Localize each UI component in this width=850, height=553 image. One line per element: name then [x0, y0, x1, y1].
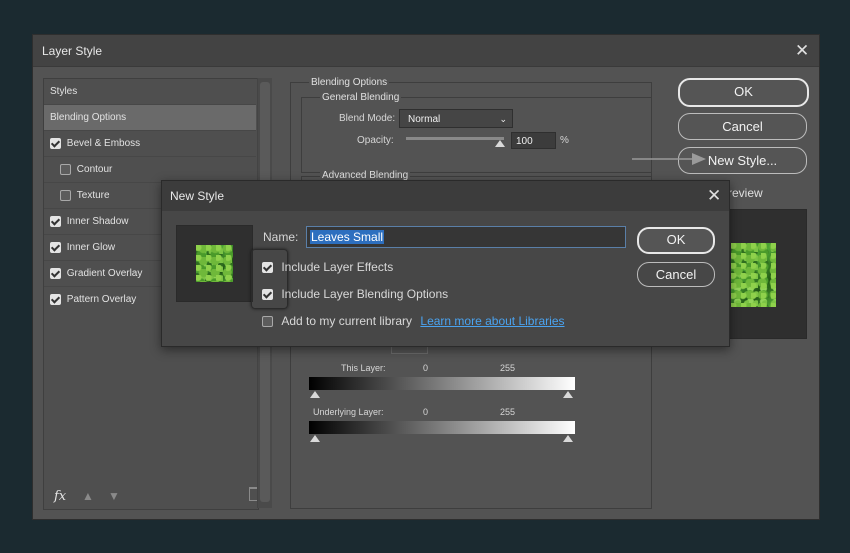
checkbox[interactable]	[50, 293, 61, 305]
opacity-value: 100	[516, 136, 533, 147]
sidebar-item-label: Bevel & Emboss	[66, 138, 141, 149]
this-layer-min: 0	[423, 363, 429, 373]
opacity-slider[interactable]	[406, 137, 504, 140]
general-blending-title: General Blending	[320, 92, 402, 103]
checkbox[interactable]	[262, 316, 273, 328]
new-style-ok-button[interactable]: OK	[637, 227, 715, 254]
underlying-max: 255	[500, 407, 516, 417]
checkbox[interactable]	[60, 163, 71, 175]
move-up-icon[interactable]: ▲	[82, 489, 94, 503]
this-layer-label: This Layer:	[341, 363, 386, 373]
sidebar-item-label: Inner Glow	[66, 242, 116, 253]
blend-mode-value: Normal	[408, 114, 441, 125]
underlying-white-handle[interactable]	[563, 435, 573, 442]
underlying-layer-gradient[interactable]	[309, 421, 575, 434]
checkbox[interactable]	[60, 189, 71, 201]
styles-header-label: Styles	[50, 86, 78, 97]
this-layer-white-handle[interactable]	[563, 391, 573, 398]
underlying-layer-label: Underlying Layer:	[313, 407, 384, 417]
cancel-button[interactable]: Cancel	[678, 113, 807, 140]
checkbox[interactable]	[50, 215, 61, 227]
new-style-title-bar: New Style ✕	[162, 181, 729, 211]
new-style-cancel-button[interactable]: Cancel	[637, 262, 715, 287]
style-thumbnail	[176, 225, 253, 302]
sidebar-item-bevel-emboss[interactable]: Bevel & Emboss	[44, 131, 256, 157]
checkbox[interactable]	[262, 262, 273, 274]
opacity-label: Opacity:	[357, 135, 394, 146]
dialog-title: Layer Style	[42, 44, 103, 58]
underlying-min: 0	[423, 407, 429, 417]
chevron-down-icon: ⌄	[499, 114, 507, 124]
move-down-icon[interactable]: ▼	[108, 489, 120, 503]
sidebar-item-label: Inner Shadow	[66, 216, 129, 227]
checkbox[interactable]	[50, 137, 61, 149]
blend-mode-label: Blend Mode:	[339, 113, 396, 124]
new-style-dialog: New Style ✕ Name: Leaves Small Include L…	[161, 180, 730, 347]
underlying-black-handle[interactable]	[310, 435, 320, 442]
name-input[interactable]: Leaves Small	[306, 226, 626, 248]
sidebar-item-blending-options[interactable]: Blending Options	[44, 105, 256, 131]
this-layer-max: 255	[500, 363, 516, 373]
styles-header[interactable]: Styles	[44, 79, 256, 105]
add-to-library-option[interactable]: Add to my current library Learn more abo…	[262, 314, 565, 328]
sidebar-item-label: Contour	[76, 164, 113, 175]
close-icon[interactable]: ✕	[795, 42, 809, 59]
this-layer-black-handle[interactable]	[310, 391, 320, 398]
opacity-unit: %	[560, 135, 569, 146]
sidebar-item-label: Blending Options	[50, 112, 127, 123]
sidebar-item-label: Pattern Overlay	[66, 294, 137, 305]
learn-more-link[interactable]: Learn more about Libraries	[420, 314, 564, 328]
option-label: Add to my current library	[281, 314, 413, 328]
close-icon[interactable]: ✕	[707, 187, 721, 204]
blend-mode-select[interactable]: Normal ⌄	[399, 109, 513, 128]
option-label: Include Layer Blending Options	[281, 287, 449, 301]
name-label: Name:	[263, 230, 299, 244]
sidebar-item-label: Texture	[76, 190, 110, 201]
new-style-title: New Style	[170, 189, 225, 203]
preview-swatch	[731, 243, 776, 307]
ok-button[interactable]: OK	[678, 78, 809, 107]
checkbox[interactable]	[50, 267, 61, 279]
style-swatch	[196, 245, 233, 282]
opacity-input[interactable]: 100	[511, 132, 556, 149]
annotation-arrow-icon	[632, 153, 706, 165]
general-blending-group: General Blending Blend Mode: Normal ⌄ Op…	[301, 92, 652, 173]
option-label: Include Layer Effects	[281, 260, 394, 274]
preview-box	[727, 209, 807, 339]
checkbox[interactable]	[262, 289, 273, 301]
preview-label: review	[728, 186, 763, 200]
name-value: Leaves Small	[310, 230, 385, 244]
this-layer-gradient[interactable]	[309, 377, 575, 390]
checkbox[interactable]	[50, 241, 61, 253]
section-title: Blending Options	[309, 77, 390, 88]
opacity-slider-handle[interactable]	[495, 140, 505, 147]
sidebar-item-label: Gradient Overlay	[66, 268, 143, 279]
fx-icon[interactable]: fx	[54, 489, 66, 504]
blend-if-select[interactable]	[391, 347, 428, 354]
title-bar: Layer Style ✕	[33, 35, 819, 67]
include-blending-options-option[interactable]: Include Layer Blending Options	[262, 287, 448, 301]
include-layer-effects-option[interactable]: Include Layer Effects	[262, 260, 393, 274]
